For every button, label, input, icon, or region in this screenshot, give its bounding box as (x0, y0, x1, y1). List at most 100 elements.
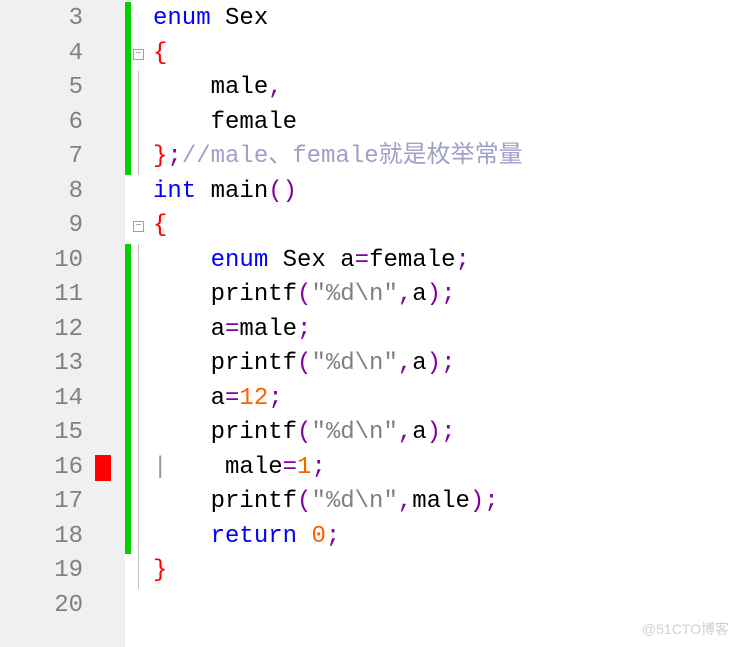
code-line[interactable]: a=male; (153, 313, 737, 348)
fold-cell[interactable] (131, 2, 149, 37)
marker-cell[interactable] (95, 140, 125, 175)
fold-cell[interactable] (131, 347, 149, 382)
code-area[interactable]: enum Sex{ male, female};//male、female就是枚… (149, 0, 737, 647)
token-id: a (412, 281, 426, 308)
marker-cell[interactable] (95, 416, 125, 451)
fold-cell[interactable] (131, 106, 149, 141)
fold-cell[interactable] (131, 278, 149, 313)
marker-cell[interactable] (95, 37, 125, 72)
line-number: 17 (0, 485, 95, 520)
fold-cell[interactable] (131, 71, 149, 106)
marker-cell[interactable] (95, 106, 125, 141)
fold-cell[interactable] (131, 140, 149, 175)
token-id: male (412, 488, 470, 515)
token-id: male (239, 316, 297, 343)
line-number: 15 (0, 416, 95, 451)
fold-guide-line (138, 520, 139, 555)
marker-cell[interactable] (95, 2, 125, 37)
fold-collapse-icon[interactable]: − (133, 221, 144, 232)
marker-cell[interactable] (95, 589, 125, 624)
token-str: "%d\n" (311, 350, 397, 377)
token-id: a (211, 316, 225, 343)
code-line[interactable]: printf("%d\n",a); (153, 416, 737, 451)
code-line[interactable]: int main() (153, 175, 737, 210)
code-line[interactable]: female (153, 106, 737, 141)
token-comma: , (398, 419, 412, 446)
code-line[interactable]: male, (153, 71, 737, 106)
fold-guide-line (138, 313, 139, 348)
token-id: a (211, 385, 225, 412)
line-number: 12 (0, 313, 95, 348)
marker-cell[interactable] (95, 451, 125, 486)
marker-cell[interactable] (95, 313, 125, 348)
token-id: female (211, 109, 297, 136)
code-line[interactable] (153, 589, 737, 624)
code-line[interactable]: enum Sex a=female; (153, 244, 737, 279)
token-paren: ) (427, 419, 441, 446)
token-fn: printf (211, 419, 297, 446)
token-paren: ( (297, 488, 311, 515)
token-type: Sex (283, 247, 326, 274)
token-eq: = (283, 454, 297, 481)
marker-cell[interactable] (95, 347, 125, 382)
fold-cell[interactable] (131, 520, 149, 555)
fold-cell[interactable] (131, 416, 149, 451)
token-id: male (225, 454, 283, 481)
line-number: 5 (0, 71, 95, 106)
fold-cell[interactable] (131, 313, 149, 348)
fold-cell[interactable] (131, 451, 149, 486)
marker-cell[interactable] (95, 278, 125, 313)
code-line[interactable]: { (153, 37, 737, 72)
token-semicolon: ; (484, 488, 498, 515)
marker-cell[interactable] (95, 382, 125, 417)
code-line[interactable]: a=12; (153, 382, 737, 417)
marker-cell[interactable] (95, 520, 125, 555)
code-line[interactable]: printf("%d\n",male); (153, 485, 737, 520)
fold-cell[interactable] (131, 589, 149, 624)
line-number: 4 (0, 37, 95, 72)
line-number: 18 (0, 520, 95, 555)
code-line[interactable]: };//male、female就是枚举常量 (153, 140, 737, 175)
fold-cell[interactable] (131, 554, 149, 589)
code-line[interactable]: enum Sex (153, 2, 737, 37)
token-paren: ( (297, 350, 311, 377)
code-line[interactable]: return 0; (153, 520, 737, 555)
code-line[interactable]: { (153, 209, 737, 244)
token-str: "%d\n" (311, 281, 397, 308)
marker-cell[interactable] (95, 485, 125, 520)
line-number: 6 (0, 106, 95, 141)
token-fn: printf (211, 488, 297, 515)
breakpoint-margin[interactable] (95, 0, 125, 647)
code-line[interactable]: printf("%d\n",a); (153, 278, 737, 313)
marker-cell[interactable] (95, 554, 125, 589)
fold-cell[interactable] (131, 244, 149, 279)
token-semicolon: ; (455, 247, 469, 274)
fold-cell[interactable]: − (131, 209, 149, 244)
token-semicolon: ; (441, 419, 455, 446)
token-type: Sex (225, 5, 268, 32)
fold-cell[interactable] (131, 485, 149, 520)
token-comma: , (398, 281, 412, 308)
token-id: a (412, 419, 426, 446)
token-comma: , (268, 74, 282, 101)
code-line[interactable]: | male=1; (153, 451, 737, 486)
code-line[interactable]: printf("%d\n",a); (153, 347, 737, 382)
line-number: 16 (0, 451, 95, 486)
marker-cell[interactable] (95, 71, 125, 106)
fold-collapse-icon[interactable]: − (133, 49, 144, 60)
fold-cell[interactable] (131, 175, 149, 210)
code-line[interactable]: } (153, 554, 737, 589)
fold-margin[interactable]: −− (131, 0, 149, 647)
marker-cell[interactable] (95, 209, 125, 244)
fold-cell[interactable] (131, 382, 149, 417)
token-brace-open: { (153, 212, 167, 239)
line-number-gutter: 34567891011121314151617181920 (0, 0, 95, 647)
marker-cell[interactable] (95, 244, 125, 279)
fold-guide-line (138, 554, 139, 589)
marker-cell[interactable] (95, 175, 125, 210)
fold-guide-line (138, 140, 139, 175)
token-paren: ( (297, 281, 311, 308)
token-id: a (340, 247, 354, 274)
fold-cell[interactable]: − (131, 37, 149, 72)
token-comma: , (398, 350, 412, 377)
